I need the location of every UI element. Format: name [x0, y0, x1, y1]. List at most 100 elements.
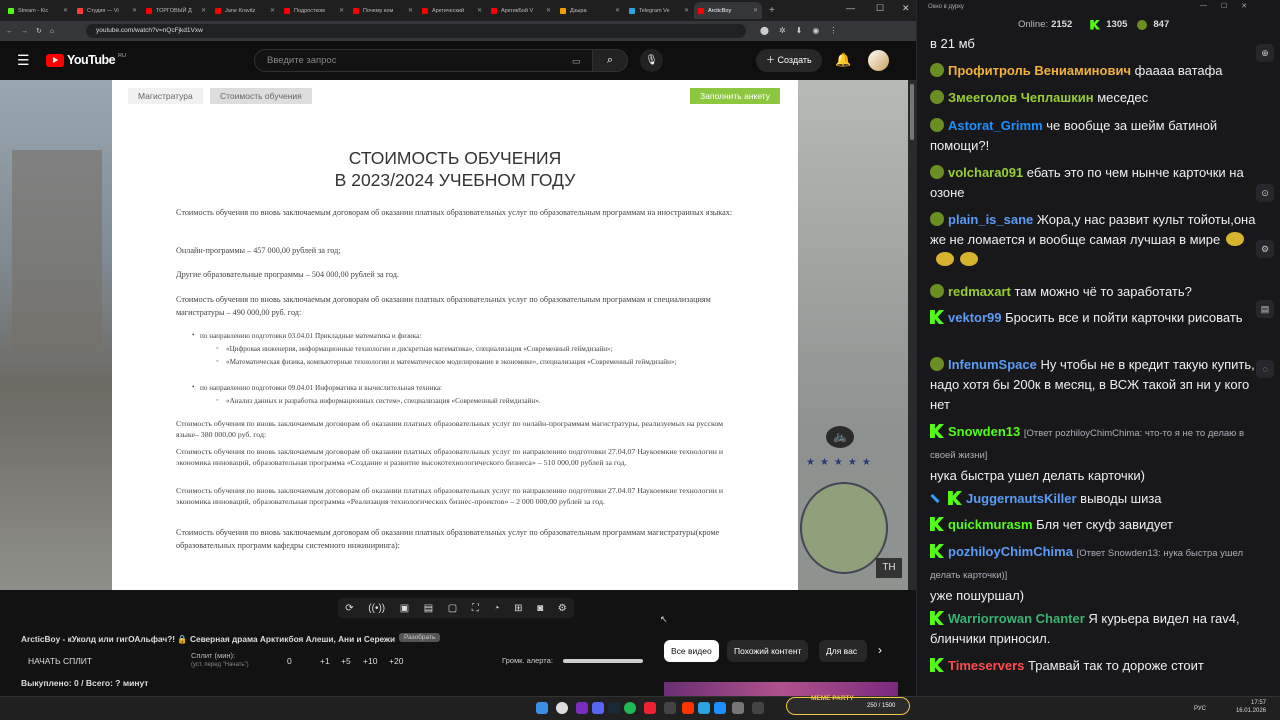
chat-username[interactable]: InfenumSpace [948, 357, 1037, 372]
camera-icon[interactable]: ◙ [537, 603, 543, 614]
notifications-bell-icon[interactable]: 🔔 [835, 52, 851, 68]
increment-button[interactable]: +1 [320, 656, 330, 666]
clock-date[interactable]: 16.01.2026 [1228, 708, 1266, 714]
app-icon[interactable] [752, 702, 764, 714]
search-input[interactable]: Введите запрос [254, 49, 594, 72]
sidebar-button[interactable]: ▤ [1256, 300, 1274, 318]
clip-icon[interactable]: ▤ [424, 603, 433, 614]
forward-icon[interactable]: → [21, 28, 28, 35]
picture-in-picture-icon[interactable]: ▢ [448, 603, 457, 614]
sidebar-button[interactable]: ◌ [1256, 360, 1274, 378]
minimize-icon[interactable]: — [1200, 2, 1207, 10]
browser-tab[interactable]: АрктикБой V ✕ [487, 2, 555, 19]
increment-button[interactable]: +10 [363, 656, 377, 666]
sidebar-button[interactable]: ⊙ [1256, 184, 1274, 202]
new-tab-icon[interactable]: + [769, 5, 775, 16]
home-icon[interactable]: ⌂ [50, 28, 54, 35]
close-tab-icon[interactable]: ✕ [753, 7, 758, 14]
app-icon[interactable] [664, 702, 676, 714]
clock-time[interactable]: 17:57 [1228, 700, 1266, 706]
close-tab-icon[interactable]: ✕ [132, 7, 137, 14]
browser-tab[interactable]: ТОРГОВЫЙ Д ✕ [142, 2, 210, 19]
browser-tab[interactable]: Jane Kravitz ✕ [211, 2, 279, 19]
fullscreen-icon[interactable]: ⛶ [472, 603, 479, 614]
browser-tab[interactable]: Stream - Kic ✕ [4, 2, 72, 19]
browser-tab[interactable]: Почему ком ✕ [349, 2, 417, 19]
close-tab-icon[interactable]: ✕ [684, 7, 689, 14]
scrollbar[interactable] [908, 80, 916, 590]
speed-icon[interactable]: ◔ [493, 603, 499, 614]
chat-username[interactable]: vektor99 [948, 310, 1001, 325]
reload-icon[interactable]: ↻ [36, 27, 42, 35]
telegram-icon[interactable] [698, 702, 710, 714]
browser-tab[interactable]: ArcticBoy ✕ [694, 2, 762, 19]
close-tab-icon[interactable]: ✕ [201, 7, 206, 14]
chat-username[interactable]: Snowden13 [948, 424, 1020, 439]
create-button[interactable]: ＋ Создать [756, 49, 822, 72]
tab-tuition[interactable]: Стоимость обучения [210, 88, 312, 104]
menu-dots-icon[interactable]: ⋮ [829, 26, 837, 35]
close-tab-icon[interactable]: ✕ [546, 7, 551, 14]
start-split-button[interactable]: НАЧАТЬ СПЛИТ [28, 656, 92, 666]
chrome-icon[interactable] [556, 702, 568, 714]
alert-volume-slider[interactable] [563, 659, 643, 663]
close-icon[interactable]: ✕ [1241, 2, 1247, 10]
maximize-icon[interactable]: ☐ [1221, 2, 1227, 10]
chat-username[interactable]: Warriorrowan Chanter [948, 611, 1085, 626]
chip-all-videos[interactable]: Все видео [664, 640, 719, 662]
increment-button[interactable]: +5 [341, 656, 351, 666]
close-tab-icon[interactable]: ✕ [615, 7, 620, 14]
app-icon[interactable] [682, 702, 694, 714]
fill-form-button[interactable]: Заполнить анкету [690, 88, 781, 104]
minimize-icon[interactable]: — [846, 3, 855, 13]
close-tab-icon[interactable]: ✕ [270, 7, 275, 14]
browser-tab[interactable]: Дзыра ✕ [556, 2, 624, 19]
profile-icon[interactable]: ◉ [812, 26, 819, 35]
close-tab-icon[interactable]: ✕ [63, 7, 68, 14]
steam-icon[interactable] [608, 702, 620, 714]
obs-icon[interactable] [576, 702, 588, 714]
browser-tab[interactable]: Telegram Ve ✕ [625, 2, 693, 19]
increment-button[interactable]: +20 [389, 656, 403, 666]
chat-username[interactable]: plain_is_sane [948, 212, 1033, 227]
extension-icon[interactable]: ⬤ [760, 26, 769, 35]
loop-icon[interactable]: ⟳ [345, 603, 353, 614]
sidebar-button[interactable]: ⚙ [1256, 240, 1274, 258]
chat-username[interactable]: quickmurasm [948, 517, 1033, 532]
close-tab-icon[interactable]: ✕ [339, 7, 344, 14]
language-indicator[interactable]: РУС [1194, 706, 1206, 712]
browser-tab[interactable]: Студия — Vi ✕ [73, 2, 141, 19]
app-icon[interactable] [732, 702, 744, 714]
browser-tab[interactable]: Подростком ✕ [280, 2, 348, 19]
search-button[interactable]: ⌕ [592, 49, 628, 72]
settings-gear-icon[interactable]: ⚙ [558, 603, 567, 614]
broadcast-icon[interactable]: ((•)) [368, 603, 385, 614]
avatar[interactable] [868, 50, 889, 71]
video-player[interactable]: 🚲 ★★★★★ TH Магистратура Стоимость обучен… [0, 80, 908, 590]
chat-username[interactable]: pozhiloyChimChima [948, 544, 1073, 559]
hamburger-menu-icon[interactable]: ☰ [17, 52, 30, 69]
chat-username[interactable]: volchara091 [948, 165, 1023, 180]
add-icon[interactable]: ⊞ [514, 603, 522, 614]
chat-username[interactable]: JuggernautsKiller [966, 491, 1077, 506]
close-tab-icon[interactable]: ✕ [477, 7, 482, 14]
screenshot-icon[interactable]: ▣ [400, 603, 409, 614]
split-value[interactable]: 0 [287, 656, 292, 666]
spotify-icon[interactable] [624, 702, 636, 714]
close-window-icon[interactable]: ✕ [902, 3, 910, 14]
chevron-right-icon[interactable]: › [878, 643, 882, 657]
chat-username[interactable]: Astorat_Grimm [948, 118, 1043, 133]
chat-username[interactable]: Timeservers [948, 658, 1024, 673]
chip-related[interactable]: Похожий контент [727, 640, 809, 662]
chat-username[interactable]: Профитроль Вениаминович [948, 63, 1131, 78]
back-icon[interactable]: ← [6, 28, 13, 35]
url-field[interactable]: youtube.com/watch?v=nQcFjkd1Vxw [86, 24, 746, 38]
download-icon[interactable]: ⬇ [796, 26, 803, 35]
close-tab-icon[interactable]: ✕ [408, 7, 413, 14]
chip-for-you[interactable]: Для вас [819, 640, 867, 662]
maximize-icon[interactable]: ☐ [876, 3, 884, 14]
voice-search-button[interactable]: 🎙 [640, 49, 663, 72]
tab-masters[interactable]: Магистратура [128, 88, 203, 104]
browser-tab[interactable]: Арктический ✕ [418, 2, 486, 19]
youtube-logo[interactable]: YouTube RU [46, 53, 126, 67]
